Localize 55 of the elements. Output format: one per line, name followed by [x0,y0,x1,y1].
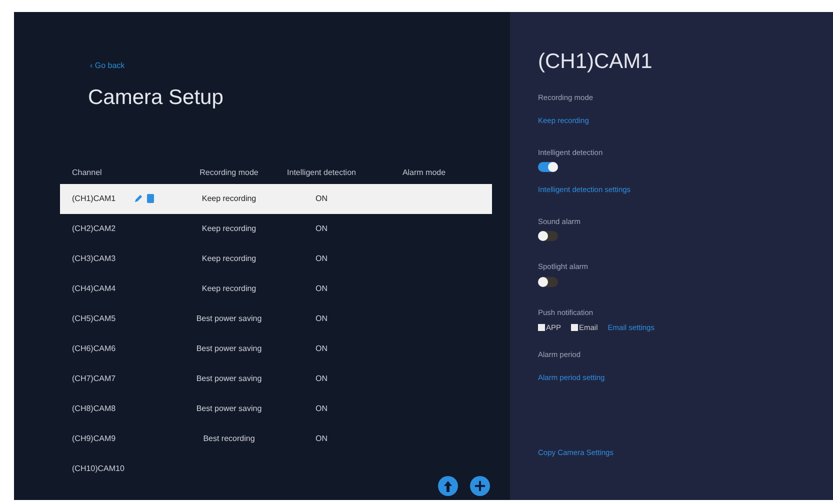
channel-cell: (CH10)CAM10 [72,464,124,472]
channel-cell: (CH2)CAM2 [72,224,116,232]
recording-mode-cell: Keep recording [202,194,256,202]
table-row[interactable]: (CH3)CAM3 Keep recording ON [60,244,492,274]
recording-mode-cell: Best power saving [196,404,262,412]
recording-mode-cell: Keep recording [202,284,256,292]
channel-cell: (CH8)CAM8 [72,404,116,412]
detection-cell: ON [316,284,328,292]
channel-cell: (CH5)CAM5 [72,314,116,322]
recording-mode-cell: Best power saving [196,314,262,322]
toggle-switch[interactable] [538,231,558,242]
channel-cell: (CH4)CAM4 [72,284,116,292]
channel-cell: (CH7)CAM7 [72,374,116,382]
table-row[interactable]: (CH2)CAM2 Keep recording ON [60,214,492,244]
recording-mode-cell: Keep recording [202,254,256,262]
column-header: Alarm mode [402,168,446,176]
detection-cell: ON [316,434,328,442]
add-button[interactable] [470,476,490,496]
recording-mode-cell: Best power saving [196,374,262,382]
channel-cell: (CH9)CAM9 [72,434,116,442]
table-row[interactable]: (CH4)CAM4 Keep recording ON [60,274,492,304]
column-header: Channel [72,168,102,176]
upload-icon [443,480,453,492]
table-row[interactable]: (CH10)CAM10 [60,454,492,484]
camera-title: (CH1)CAM1 [538,49,654,75]
table-row[interactable]: (CH9)CAM9 Best recording ON [60,424,492,454]
upload-button[interactable] [438,476,458,496]
detection-cell: ON [316,374,328,382]
column-header: Intelligent detection [287,168,356,176]
toggle-switch[interactable] [538,162,558,172]
recording-mode-cell: Keep recording [202,224,256,232]
recording-mode-cell: Best power saving [196,344,262,352]
back-link[interactable]: ‹ Go back [90,60,125,72]
selected-row[interactable]: (CH1)CAM1 Keep recording ON [60,184,492,214]
toggle-switch[interactable] [538,276,558,286]
detection-cell: ON [316,404,328,412]
detection-cell: ON [316,224,328,232]
edit-icon[interactable] [134,194,143,203]
checkbox[interactable] [538,324,545,331]
detection-cell: ON [316,254,328,262]
channel-cell: (CH3)CAM3 [72,254,116,262]
detection-cell: ON [316,194,328,202]
add-icon [475,481,485,491]
page-title: Camera Setup [88,85,224,111]
table-row[interactable]: (CH7)CAM7 Best power saving ON [60,364,492,394]
detection-cell: ON [316,314,328,322]
detection-cell: ON [316,344,328,352]
table-row[interactable]: (CH6)CAM6 Best power saving ON [60,334,492,364]
column-header: Recording mode [200,168,258,176]
checkbox[interactable] [571,324,578,331]
table-row[interactable]: (CH5)CAM5 Best power saving ON [60,304,492,334]
channel-cell: (CH1)CAM1 [72,194,116,202]
table-row[interactable]: (CH8)CAM8 Best power saving ON [60,394,492,424]
recording-mode-cell: Best recording [203,434,255,442]
channel-cell: (CH6)CAM6 [72,344,116,352]
